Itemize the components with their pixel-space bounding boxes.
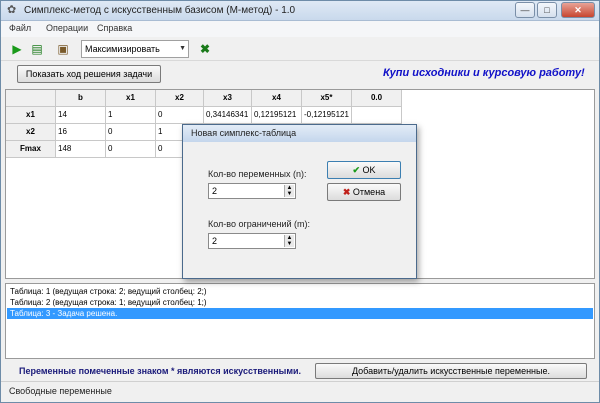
- vars-label: Кол-во переменных (n):: [208, 169, 307, 179]
- ok-label: OK: [362, 165, 376, 175]
- check-icon: ✔: [352, 165, 360, 175]
- menu-help[interactable]: Справка: [97, 23, 132, 33]
- row-header: x2: [6, 124, 56, 141]
- table-corner: [6, 90, 56, 107]
- status-bar: Свободные переменные: [1, 381, 599, 402]
- spinner-arrows-icon[interactable]: ▲ ▼: [284, 235, 294, 247]
- column-header: x3: [204, 90, 252, 107]
- cancel-label: Отмена: [352, 187, 386, 197]
- table-cell[interactable]: 16: [56, 124, 106, 141]
- toolbar: ▶ ▤ ▣ Максимизировать ▼ ✖: [1, 37, 599, 61]
- vars-spinner[interactable]: 2 ▲ ▼: [208, 183, 296, 199]
- list-item[interactable]: Таблица: 2 (ведущая строка: 1; ведущий с…: [7, 297, 593, 308]
- table-icon[interactable]: ▤: [29, 41, 45, 57]
- cancel-button[interactable]: ✖ Отмена: [327, 183, 401, 201]
- minimize-button[interactable]: —: [515, 2, 535, 18]
- limits-value: 2: [212, 236, 218, 246]
- dialog-body: Кол-во переменных (n): 2 ▲ ▼ Кол-во огран…: [188, 144, 411, 275]
- new-table-dialog: Новая симплекс-таблица Кол-во переменных…: [182, 124, 417, 279]
- table-cell[interactable]: [352, 107, 402, 124]
- table-cell[interactable]: 0: [156, 107, 204, 124]
- show-solution-button[interactable]: Показать ход решения задачи: [17, 65, 161, 83]
- column-header: x4: [252, 90, 302, 107]
- add-remove-artificial-button[interactable]: Добавить/удалить искусственные переменны…: [315, 363, 587, 379]
- column-header: x2: [156, 90, 204, 107]
- menu-bar: Файл Операции Справка: [1, 21, 599, 37]
- chevron-down-icon: ▼: [179, 45, 186, 52]
- limits-label: Кол-во ограничений (m):: [208, 219, 310, 229]
- table-cell[interactable]: 0,34146341: [204, 107, 252, 124]
- table-cell[interactable]: 0,12195121: [252, 107, 302, 124]
- maximize-button[interactable]: □: [537, 2, 557, 18]
- table-cell[interactable]: -0,12195121: [302, 107, 352, 124]
- solution-log[interactable]: Таблица: 1 (ведущая строка: 2; ведущий с…: [5, 283, 595, 359]
- promo-text: Купи исходники и курсовую работу!: [383, 67, 585, 79]
- spinner-arrows-icon[interactable]: ▲ ▼: [284, 185, 294, 197]
- column-header: x5*: [302, 90, 352, 107]
- table-cell[interactable]: 0: [106, 141, 156, 158]
- column-header: x1: [106, 90, 156, 107]
- app-icon: ✿: [7, 4, 17, 16]
- list-item-selected[interactable]: Таблица: 3 - Задача решена.: [7, 308, 593, 319]
- menu-file[interactable]: Файл: [9, 23, 31, 33]
- row-header: Fmax: [6, 141, 56, 158]
- close-button[interactable]: ✕: [561, 2, 595, 18]
- menu-operations[interactable]: Операции: [46, 23, 88, 33]
- table-cell[interactable]: 148: [56, 141, 106, 158]
- table-cell[interactable]: 14: [56, 107, 106, 124]
- list-item[interactable]: Таблица: 1 (ведущая строка: 2; ведущий с…: [7, 286, 593, 297]
- new-icon[interactable]: ▣: [55, 41, 71, 57]
- cancel-icon: ✖: [342, 187, 351, 197]
- mode-select-value: Максимизировать: [85, 44, 160, 54]
- run-icon[interactable]: ▶: [9, 41, 25, 57]
- column-header: 0.0: [352, 90, 402, 107]
- limits-spinner[interactable]: 2 ▲ ▼: [208, 233, 296, 249]
- artificial-vars-note: Переменные помеченные знаком * являются …: [19, 366, 302, 376]
- status-text: Свободные переменные: [9, 386, 112, 396]
- dialog-title: Новая симплекс-таблица: [183, 125, 416, 142]
- column-header: b: [56, 90, 106, 107]
- vars-value: 2: [212, 186, 218, 196]
- mode-select[interactable]: Максимизировать ▼: [81, 40, 189, 58]
- table-cell[interactable]: 0: [106, 124, 156, 141]
- main-window: ✿ Симплекс-метод с искусственным базисом…: [0, 0, 600, 403]
- excel-icon[interactable]: ✖: [197, 41, 213, 57]
- table-cell[interactable]: 1: [106, 107, 156, 124]
- window-title: Симплекс-метод с искусственным базисом (…: [24, 5, 296, 16]
- title-bar: ✿ Симплекс-метод с искусственным базисом…: [1, 1, 599, 21]
- ok-button[interactable]: ✔ OK: [327, 161, 401, 179]
- row-header: x1: [6, 107, 56, 124]
